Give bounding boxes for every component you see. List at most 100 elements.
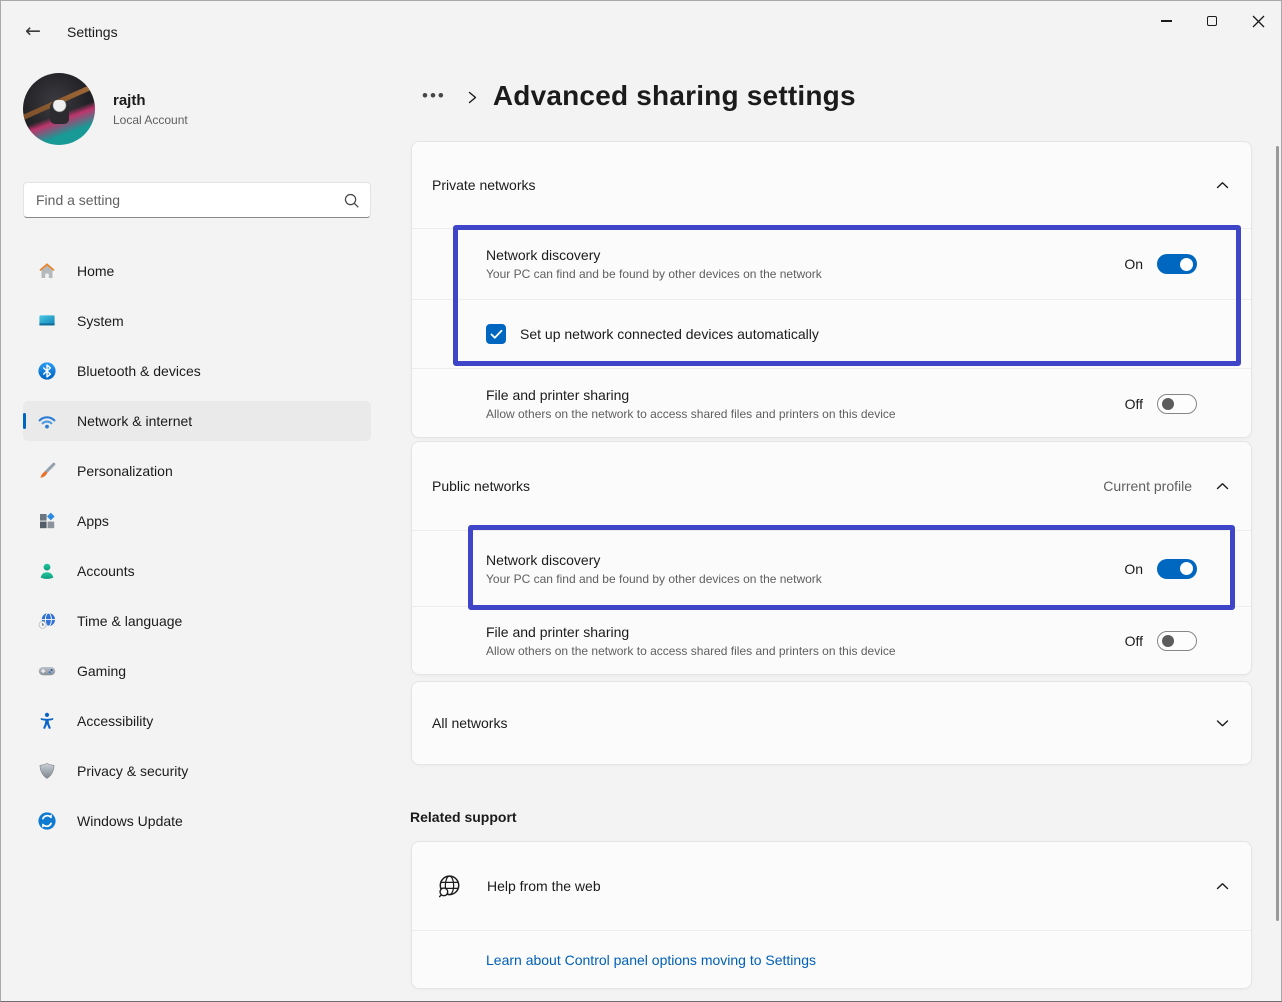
toggle-knob	[1162, 635, 1174, 647]
profile-card[interactable]: rajth Local Account	[23, 73, 188, 145]
accessibility-icon	[37, 711, 57, 731]
toggle-knob	[1180, 258, 1193, 271]
public-file-printer-toggle[interactable]: Off	[1125, 631, 1197, 651]
bluetooth-icon	[37, 361, 57, 381]
sidebar-item-system[interactable]: System	[23, 301, 371, 341]
toggle-on	[1157, 559, 1197, 579]
chevron-down-icon	[1216, 718, 1229, 729]
sidebar-item-accessibility[interactable]: Accessibility	[23, 701, 371, 741]
setting-description: Your PC can find and be found by other d…	[486, 267, 822, 281]
setting-description: Allow others on the network to access sh…	[486, 644, 896, 658]
update-icon	[37, 811, 57, 831]
setting-title: Network discovery	[486, 552, 822, 568]
toggle-off	[1157, 394, 1197, 414]
help-link-row: Learn about Control panel options moving…	[412, 930, 1251, 989]
private-networks-card: Private networks Network discovery Your …	[411, 141, 1252, 438]
toggle-state-label: On	[1124, 256, 1143, 272]
current-profile-label: Current profile	[1103, 478, 1192, 494]
setup-devices-label[interactable]: Set up network connected devices automat…	[520, 326, 819, 342]
private-file-printer-row: File and printer sharing Allow others on…	[412, 368, 1251, 438]
sidebar-item-windows-update[interactable]: Windows Update	[23, 801, 371, 841]
sidebar-item-label: Gaming	[77, 663, 126, 679]
toggle-off	[1157, 631, 1197, 651]
sidebar-item-privacy-security[interactable]: Privacy & security	[23, 751, 371, 791]
avatar	[23, 73, 95, 145]
sidebar-item-label: Apps	[77, 513, 109, 529]
back-button[interactable]: ←	[17, 15, 49, 47]
person-icon	[37, 561, 57, 581]
private-networks-header[interactable]: Private networks	[412, 142, 1251, 228]
public-networks-header[interactable]: Public networks Current profile	[412, 442, 1251, 530]
vertical-scrollbar[interactable]	[1276, 146, 1279, 921]
search-icon	[343, 192, 360, 209]
sidebar-item-home[interactable]: Home	[23, 251, 371, 291]
private-network-discovery-row: Network discovery Your PC can find and b…	[412, 228, 1251, 299]
chevron-right-icon	[466, 90, 479, 105]
breadcrumb-ellipsis-button[interactable]: •••	[416, 82, 452, 110]
sidebar-item-label: Accessibility	[77, 713, 153, 729]
paintbrush-icon	[37, 461, 57, 481]
chevron-up-icon	[1216, 881, 1229, 892]
all-networks-title: All networks	[432, 715, 507, 731]
public-network-discovery-row: Network discovery Your PC can find and b…	[412, 530, 1251, 606]
sidebar-item-label: Time & language	[77, 613, 182, 629]
all-networks-header[interactable]: All networks	[412, 682, 1251, 764]
checkmark-icon	[490, 329, 503, 340]
setting-title: Network discovery	[486, 247, 822, 263]
sidebar-item-label: System	[77, 313, 124, 329]
setup-devices-checkbox[interactable]	[486, 324, 506, 344]
setting-title: File and printer sharing	[486, 387, 896, 403]
help-from-web-title: Help from the web	[487, 878, 601, 894]
setup-devices-row: Set up network connected devices automat…	[412, 299, 1251, 368]
home-icon	[37, 261, 57, 281]
close-icon	[1252, 15, 1265, 28]
breadcrumb: ••• Advanced sharing settings	[416, 75, 856, 117]
toggle-knob	[1162, 398, 1174, 410]
public-networks-card: Public networks Current profile Network …	[411, 441, 1252, 675]
all-networks-card: All networks	[411, 681, 1252, 765]
toggle-state-label: Off	[1125, 396, 1143, 412]
private-file-printer-toggle[interactable]: Off	[1125, 394, 1197, 414]
main-content: ••• Advanced sharing settings Private ne…	[410, 1, 1253, 1002]
public-networks-title: Public networks	[432, 478, 530, 494]
sidebar: rajth Local Account Home	[1, 61, 401, 1002]
setting-title: File and printer sharing	[486, 624, 896, 640]
search-input[interactable]	[36, 192, 343, 208]
profile-name: rajth	[113, 92, 188, 109]
toggle-knob	[1180, 562, 1193, 575]
sidebar-item-label: Bluetooth & devices	[77, 363, 201, 379]
control-panel-link[interactable]: Learn about Control panel options moving…	[486, 952, 816, 968]
sidebar-item-label: Windows Update	[77, 813, 183, 829]
toggle-state-label: Off	[1125, 633, 1143, 649]
shield-icon	[37, 761, 57, 781]
sidebar-nav: Home System Bluetooth & de	[23, 251, 371, 841]
chevron-up-icon	[1216, 481, 1229, 492]
setting-description: Your PC can find and be found by other d…	[486, 572, 822, 586]
sidebar-item-personalization[interactable]: Personalization	[23, 451, 371, 491]
sidebar-item-apps[interactable]: Apps	[23, 501, 371, 541]
help-card: Help from the web Learn about Control pa…	[411, 841, 1252, 989]
sidebar-item-label: Network & internet	[77, 413, 192, 429]
sidebar-item-network-internet[interactable]: Network & internet	[23, 401, 371, 441]
setting-description: Allow others on the network to access sh…	[486, 407, 896, 421]
gamepad-icon	[37, 661, 57, 681]
sidebar-item-bluetooth-devices[interactable]: Bluetooth & devices	[23, 351, 371, 391]
sidebar-item-accounts[interactable]: Accounts	[23, 551, 371, 591]
profile-meta: rajth Local Account	[113, 92, 188, 127]
page-title: Advanced sharing settings	[493, 80, 856, 112]
public-network-discovery-toggle[interactable]: On	[1124, 559, 1197, 579]
sidebar-item-time-language[interactable]: Time & language	[23, 601, 371, 641]
app-title: Settings	[67, 24, 118, 40]
apps-icon	[37, 511, 57, 531]
sidebar-item-gaming[interactable]: Gaming	[23, 651, 371, 691]
chevron-up-icon	[1216, 180, 1229, 191]
search-box	[23, 182, 371, 218]
sidebar-item-label: Home	[77, 263, 114, 279]
related-support-heading: Related support	[410, 809, 517, 825]
private-network-discovery-toggle[interactable]: On	[1124, 254, 1197, 274]
profile-account-type: Local Account	[113, 113, 188, 127]
sidebar-item-label: Personalization	[77, 463, 173, 479]
sidebar-item-label: Accounts	[77, 563, 135, 579]
help-from-web-header[interactable]: Help from the web	[412, 842, 1251, 930]
toggle-state-label: On	[1124, 561, 1143, 577]
